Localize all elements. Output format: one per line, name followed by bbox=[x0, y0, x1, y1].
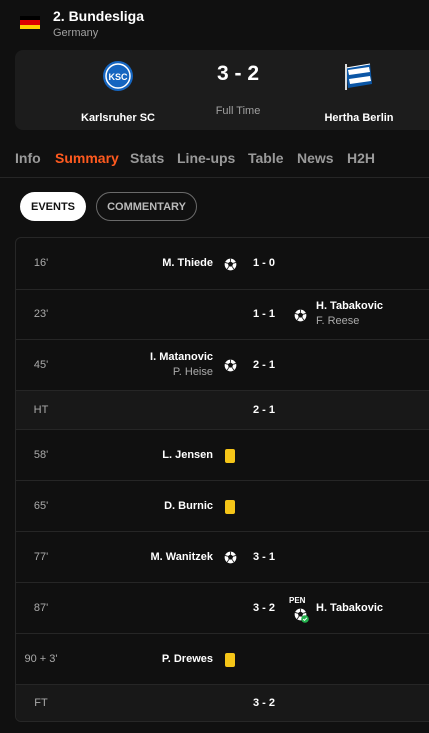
events-toggle-button[interactable]: EVENTS bbox=[20, 192, 86, 221]
event-detail[interactable]: M. Thiede bbox=[162, 257, 213, 269]
event-score: 2 - 1 bbox=[252, 358, 275, 371]
event-detail[interactable]: H. Tabakovic F. Reese bbox=[316, 300, 383, 327]
hertha-berlin-crest-icon bbox=[345, 63, 372, 90]
event-minute: 16' bbox=[33, 257, 49, 269]
event-row: 77' 3 - 1 M. Wanitzek bbox=[16, 532, 429, 583]
event-score: 1 - 1 bbox=[252, 308, 275, 320]
event-detail[interactable]: P. Drewes bbox=[162, 653, 213, 665]
karlsruher-sc-crest-icon: KSC bbox=[103, 61, 133, 91]
event-row: 16' 1 - 0 M. Thiede bbox=[16, 238, 429, 290]
tab-table[interactable]: Table bbox=[248, 150, 284, 166]
event-row: 90 + 3' P. Drewes bbox=[16, 634, 429, 685]
competition-name[interactable]: 2. Bundesliga bbox=[53, 8, 144, 24]
event-row: 58' L. Jensen bbox=[16, 430, 429, 481]
svg-text:KSC: KSC bbox=[108, 72, 128, 82]
goal-ball-icon bbox=[224, 258, 237, 271]
match-status: Full Time bbox=[215, 105, 261, 117]
event-minute: 45' bbox=[33, 358, 49, 371]
competition-country: Germany bbox=[53, 27, 99, 39]
yellow-card-icon bbox=[225, 499, 235, 514]
goal-ball-icon bbox=[294, 309, 307, 322]
commentary-toggle-button[interactable]: COMMENTARY bbox=[96, 192, 197, 221]
event-detail[interactable]: M. Wanitzek bbox=[150, 551, 213, 563]
event-minute: 65' bbox=[33, 499, 49, 512]
tab-summary[interactable]: Summary bbox=[55, 150, 119, 166]
event-minute: 90 + 3' bbox=[24, 652, 58, 665]
tab-h2h[interactable]: H2H bbox=[347, 150, 375, 166]
event-minute: 23' bbox=[33, 308, 49, 320]
home-team-name: Karlsruher SC bbox=[81, 112, 155, 124]
competition-header: 2. Bundesliga Germany bbox=[0, 0, 429, 44]
event-score: 2 - 1 bbox=[252, 403, 275, 416]
tab-info[interactable]: Info bbox=[15, 150, 41, 166]
tab-news[interactable]: News bbox=[297, 150, 334, 166]
event-detail[interactable]: I. Matanovic P. Heise bbox=[150, 351, 213, 378]
event-score: 3 - 1 bbox=[252, 550, 275, 563]
event-detail[interactable]: L. Jensen bbox=[162, 449, 213, 461]
goal-ball-icon bbox=[224, 359, 237, 372]
tab-stats[interactable]: Stats bbox=[130, 150, 164, 166]
event-player[interactable]: M. Wanitzek bbox=[150, 551, 213, 563]
event-minute: 58' bbox=[33, 448, 49, 461]
match-tabs: Info Summary Stats Line-ups Table News H… bbox=[0, 138, 429, 178]
period-summary-row: FT 3 - 2 bbox=[16, 685, 429, 721]
penalty-label: PEN bbox=[289, 595, 306, 605]
event-detail[interactable]: H. Tabakovic bbox=[316, 602, 383, 614]
event-row: 65' D. Burnic bbox=[16, 481, 429, 532]
final-score: 3 - 2 bbox=[216, 62, 260, 85]
event-assist-player[interactable]: P. Heise bbox=[150, 366, 213, 378]
event-minute: 77' bbox=[33, 550, 49, 563]
period-summary-row: HT 2 - 1 bbox=[16, 391, 429, 430]
event-player[interactable]: M. Thiede bbox=[162, 257, 213, 269]
tab-line-ups[interactable]: Line-ups bbox=[177, 150, 235, 166]
event-detail[interactable]: D. Burnic bbox=[164, 500, 213, 512]
goal-ball-icon bbox=[224, 551, 237, 564]
germany-flag-icon bbox=[20, 16, 40, 29]
event-player[interactable]: I. Matanovic bbox=[150, 351, 213, 363]
event-player[interactable]: P. Drewes bbox=[162, 653, 213, 665]
event-row: 45' 2 - 1 I. Matanovic P. Heise bbox=[16, 340, 429, 391]
event-minute: 87' bbox=[33, 601, 49, 614]
away-team[interactable]: Hertha Berlin bbox=[299, 60, 419, 124]
event-minute: HT bbox=[33, 403, 49, 416]
yellow-card-icon bbox=[225, 448, 235, 463]
event-player[interactable]: L. Jensen bbox=[162, 449, 213, 461]
away-team-name: Hertha Berlin bbox=[324, 112, 394, 124]
penalty-goal-icon bbox=[294, 608, 309, 623]
event-player[interactable]: D. Burnic bbox=[164, 500, 213, 512]
event-minute: FT bbox=[34, 697, 48, 709]
event-assist-player[interactable]: F. Reese bbox=[316, 315, 383, 327]
event-player[interactable]: H. Tabakovic bbox=[316, 602, 383, 614]
yellow-card-icon bbox=[225, 652, 235, 667]
event-score: 3 - 2 bbox=[252, 697, 275, 709]
event-row: 87' 3 - 2 H. Tabakovic PEN bbox=[16, 583, 429, 634]
events-list: 16' 1 - 0 M. Thiede 23' 1 - 1 H. Tabakovic F. … bbox=[15, 237, 429, 722]
event-score: 1 - 0 bbox=[252, 257, 275, 269]
event-player[interactable]: H. Tabakovic bbox=[316, 300, 383, 312]
event-score: 3 - 2 bbox=[252, 601, 275, 614]
home-team[interactable]: KSC Karlsruher SC bbox=[58, 60, 178, 124]
event-row: 23' 1 - 1 H. Tabakovic F. Reese bbox=[16, 290, 429, 340]
match-scoreboard: KSC Karlsruher SC 3 - 2 Full Time Hertha… bbox=[15, 50, 429, 130]
